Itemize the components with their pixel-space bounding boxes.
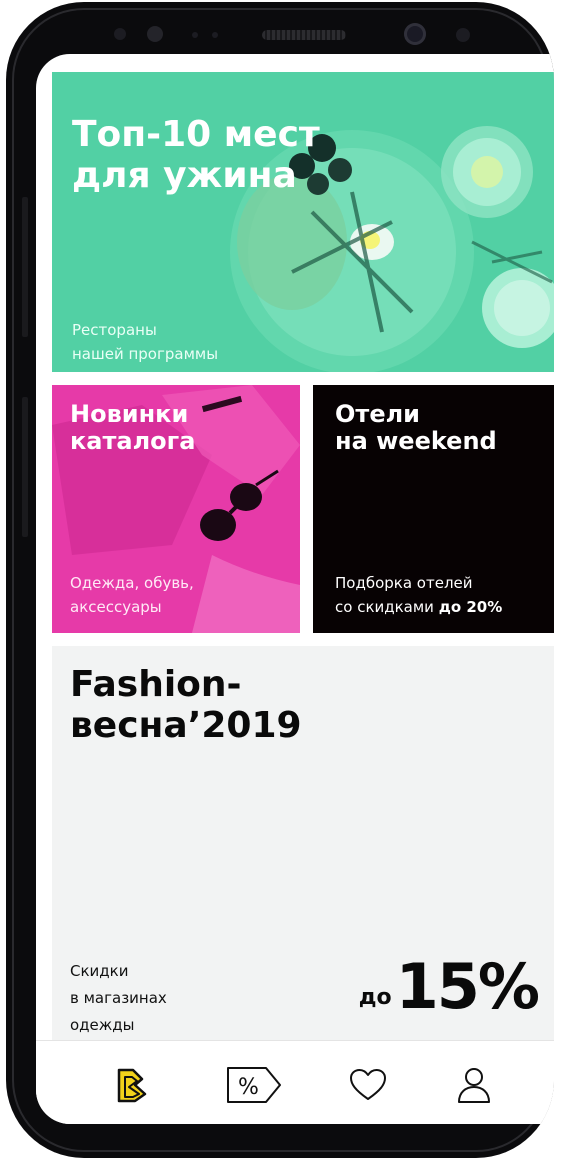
heart-icon [350, 1069, 386, 1100]
sensor-icon [114, 28, 126, 40]
sensor-icon [212, 32, 218, 38]
card-title: Fashion-весна’2019 [70, 664, 302, 747]
svg-text:%: % [238, 1075, 259, 1100]
sensor-icon [456, 28, 470, 42]
card-hotels-weekend[interactable]: Отели на weekend Подборка отелей со скидка… [313, 385, 554, 633]
card-top-dinner[interactable]: Топ-10 мест для ужина Рестораны нашей прог… [52, 72, 554, 372]
bottom-tab-bar: % [36, 1040, 554, 1124]
discount-value: 15% [395, 950, 540, 1023]
card-title: Отели на weekend [335, 400, 497, 456]
volume-button [22, 197, 28, 337]
card-new-catalog[interactable]: Новинки каталога Одежда, обувь, аксессуары [52, 385, 300, 633]
power-button [22, 397, 28, 537]
card-title: Новинки каталога [70, 400, 196, 456]
tab-discounts[interactable]: % [226, 1063, 282, 1107]
card-subtitle: Одежда, обувь, аксессуары [70, 574, 194, 616]
card-subtitle: Скидки в магазинах одежды [70, 962, 167, 1034]
card-subtitle: Подборка отелей со скидками до 20% [335, 574, 503, 616]
sensor-icon [147, 26, 163, 42]
card-title: Топ-10 мест для ужина [72, 114, 320, 197]
profile-icon [458, 1068, 490, 1103]
sensor-icon [192, 32, 198, 38]
card-fashion-spring[interactable]: Fashion-весна’2019 Скидки в магазинах одеж… [52, 646, 554, 1046]
earpiece-speaker [262, 30, 346, 40]
tab-favorites[interactable] [340, 1063, 396, 1107]
front-camera-icon [404, 23, 426, 45]
tab-profile[interactable] [446, 1063, 502, 1107]
brand-logo-icon [117, 1068, 147, 1103]
card-subtitle: Рестораны нашей программы [72, 321, 219, 363]
app-screen: Топ-10 мест для ужина Рестораны нашей прог… [36, 54, 554, 1124]
discount-prefix: до [358, 985, 392, 1010]
discount-tag-icon: % [227, 1067, 281, 1103]
tab-home[interactable] [104, 1063, 160, 1107]
discount-label: до 15% [358, 950, 540, 1023]
phone-frame: Топ-10 мест для ужина Рестораны нашей прог… [6, 2, 554, 1158]
